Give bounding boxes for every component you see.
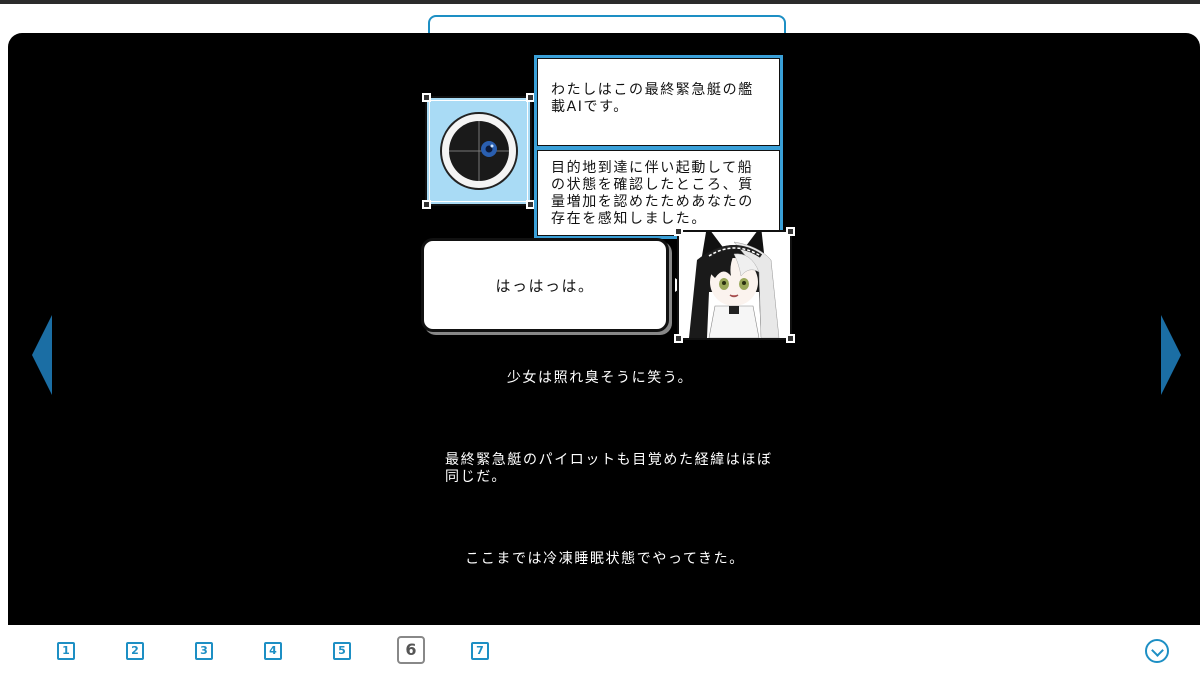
top-bar: [0, 0, 1200, 4]
girl-portrait: [674, 227, 795, 343]
frame-corner: [422, 200, 431, 209]
frame-corner: [674, 334, 683, 343]
ai-dialogue-box-2: 目的地到達に伴い起動して船の状態を確認したところ、質量増加を認めたためあなたの存…: [534, 147, 783, 239]
ai-dialogue-text-2: 目的地到達に伴い起動して船の状態を確認したところ、質量増加を認めたためあなたの存…: [551, 160, 754, 227]
ai-portrait: [422, 93, 535, 209]
catgirl-portrait-icon: [679, 232, 790, 338]
frame-corner: [786, 227, 795, 236]
page-button-1[interactable]: 1: [57, 642, 75, 660]
chevron-down-circle-icon[interactable]: [1145, 639, 1169, 663]
page-button-7[interactable]: 7: [471, 642, 489, 660]
ai-dialogue-box-1: わたしはこの最終緊急艇の艦載AIです。: [534, 55, 783, 149]
narration-line-3: ここまでは冷凍睡眠状態でやってきた。: [465, 551, 745, 567]
narration-line-1: 少女は照れ臭そうに笑う。: [506, 370, 694, 386]
page-button-4[interactable]: 4: [264, 642, 282, 660]
frame-corner: [422, 93, 431, 102]
frame-corner: [674, 227, 683, 236]
ai-eye-icon: [440, 112, 518, 190]
page-button-6-current[interactable]: 6: [397, 636, 425, 664]
girl-speech-text: はっはっは。: [495, 276, 595, 295]
page-button-2[interactable]: 2: [126, 642, 144, 660]
frame-corner: [786, 334, 795, 343]
narration-line-2: 最終緊急艇のパイロットも目覚めた経緯はほぼ同じだ。: [445, 452, 773, 485]
page-button-5[interactable]: 5: [333, 642, 351, 660]
page-button-3[interactable]: 3: [195, 642, 213, 660]
page-bar: 1 2 3 4 5 6 7: [0, 625, 1200, 675]
girl-speech-bubble: はっはっは。: [421, 238, 669, 332]
ai-dialogue-text-1: わたしはこの最終緊急艇の艦載AIです。: [551, 82, 754, 115]
